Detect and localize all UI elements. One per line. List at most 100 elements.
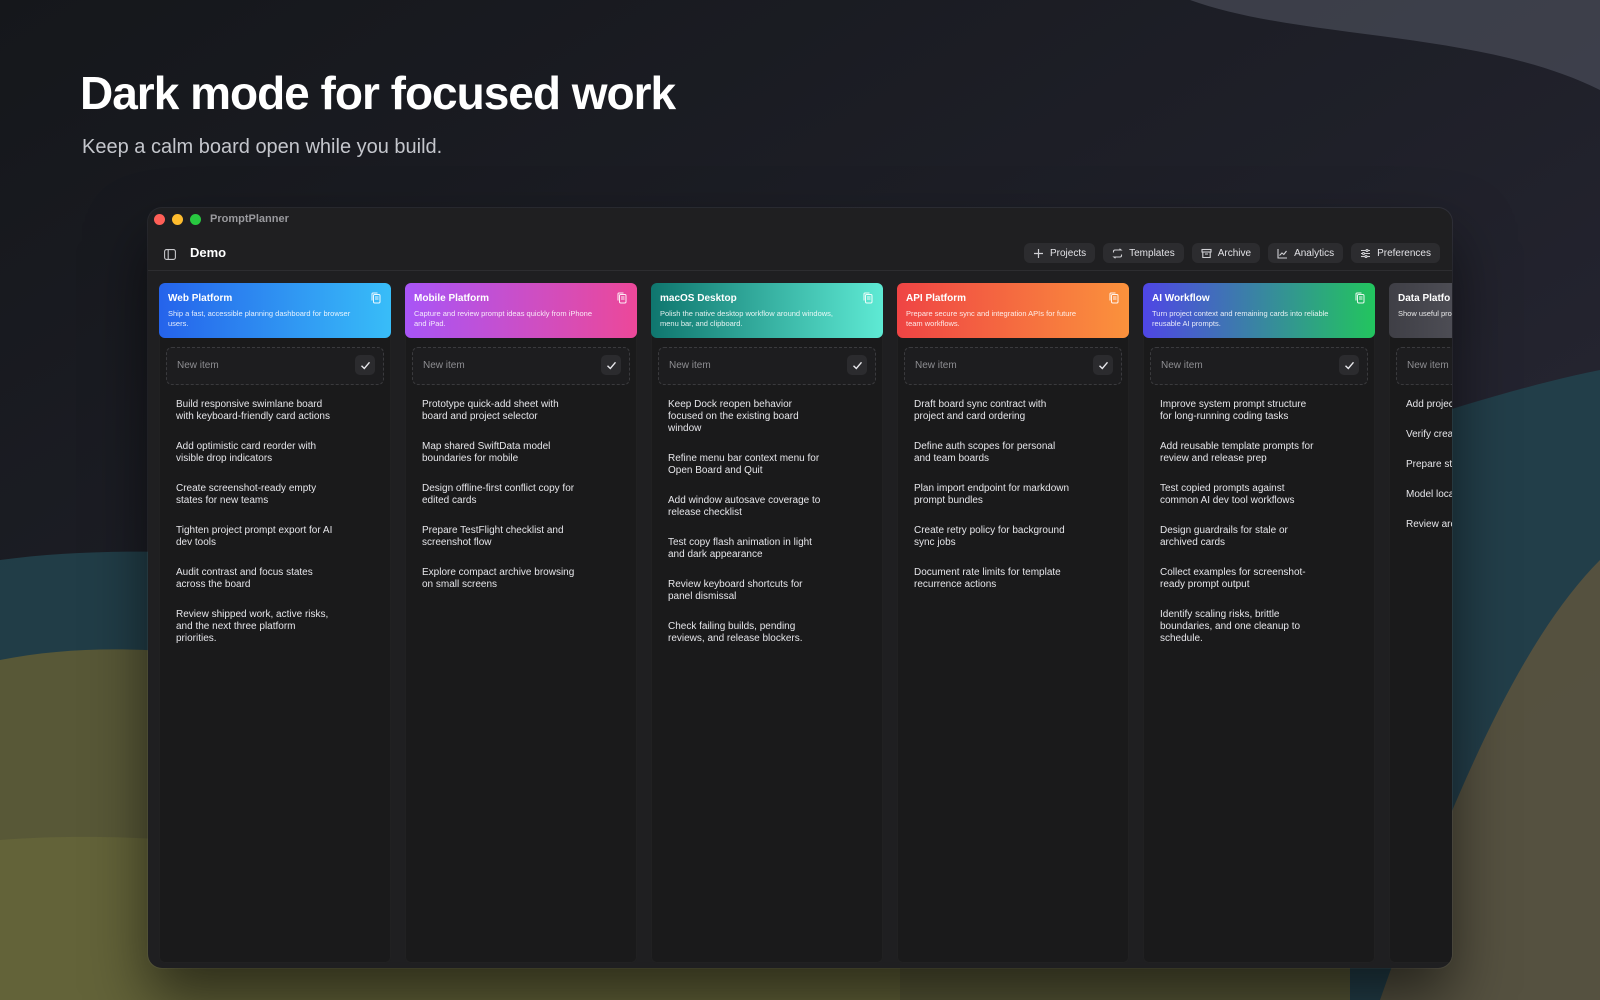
- archive-button[interactable]: Archive: [1191, 243, 1261, 263]
- card-item[interactable]: Check failing builds, pending reviews, a…: [668, 621, 828, 645]
- card-item[interactable]: Identify scaling risks, brittle boundari…: [1160, 609, 1320, 645]
- new-item-input[interactable]: [667, 359, 831, 372]
- zoom-window-button[interactable]: [190, 214, 201, 225]
- checkmark-icon: [360, 361, 370, 370]
- copy-prompt-icon[interactable]: [370, 292, 382, 304]
- card-list: Add projec for analytic Verify crea chart…: [1389, 385, 1452, 531]
- hero-title: Dark mode for focused work: [80, 67, 676, 119]
- card-item[interactable]: Plan import endpoint for markdown prompt…: [914, 483, 1074, 507]
- card-item[interactable]: Review keyboard shortcuts for panel dism…: [668, 579, 828, 603]
- checkmark-icon: [606, 361, 616, 370]
- checkmark-icon: [1344, 361, 1354, 370]
- card-list: Draft board sync contract with project a…: [897, 385, 1129, 591]
- card-item[interactable]: Review shipped work, active risks, and t…: [176, 609, 336, 645]
- add-item-button[interactable]: [847, 355, 867, 375]
- column-header: Data Platfo Show useful pro prompt conte…: [1389, 283, 1452, 338]
- board-title: Demo: [190, 245, 227, 260]
- templates-button[interactable]: Templates: [1103, 243, 1184, 263]
- card-item[interactable]: Test copied prompts against common AI de…: [1160, 483, 1320, 507]
- column-header: macOS Desktop Polish the native desktop …: [651, 283, 883, 338]
- column-header: API Platform Prepare secure sync and int…: [897, 283, 1129, 338]
- sidebar-toggle-button[interactable]: [160, 244, 180, 264]
- new-item-row: [1150, 347, 1368, 385]
- new-item-input[interactable]: [1159, 359, 1323, 372]
- add-item-button[interactable]: [601, 355, 621, 375]
- card-item[interactable]: Collect examples for screenshot-ready pr…: [1160, 567, 1320, 591]
- chart-line-icon: [1277, 248, 1288, 259]
- column-description: Turn project context and remaining cards…: [1152, 309, 1329, 328]
- card-item[interactable]: Build responsive swimlane board with key…: [176, 399, 336, 423]
- checkmark-icon: [1098, 361, 1108, 370]
- card-item[interactable]: Explore compact archive browsing on smal…: [422, 567, 582, 591]
- card-item[interactable]: Add reusable template prompts for review…: [1160, 441, 1320, 465]
- projects-label: Projects: [1050, 247, 1087, 259]
- card-item[interactable]: Tighten project prompt export for AI dev…: [176, 525, 336, 549]
- column-description: Polish the native desktop workflow aroun…: [660, 309, 834, 328]
- card-item[interactable]: Add projec for analytic: [1406, 399, 1452, 411]
- card-item[interactable]: Model loca for store su: [1406, 489, 1452, 501]
- card-item[interactable]: Design offline-first conflict copy for e…: [422, 483, 582, 507]
- card-item[interactable]: Prepare st Store scree: [1406, 459, 1452, 471]
- card-item[interactable]: Verify crea chart over: [1406, 429, 1452, 441]
- card-item[interactable]: Prototype quick-add sheet with board and…: [422, 399, 582, 423]
- card-item[interactable]: Keep Dock reopen behavior focused on the…: [668, 399, 828, 435]
- projects-button[interactable]: Projects: [1024, 243, 1096, 263]
- card-item[interactable]: Document rate limits for template recurr…: [914, 567, 1074, 591]
- board-column: Mobile Platform Capture and review promp…: [405, 283, 637, 963]
- analytics-label: Analytics: [1294, 247, 1335, 259]
- close-window-button[interactable]: [154, 214, 165, 225]
- card-item[interactable]: Add optimistic card reorder with visible…: [176, 441, 336, 465]
- card-item[interactable]: Audit contrast and focus states across t…: [176, 567, 336, 591]
- hero: Dark mode for focused work Keep a calm b…: [80, 66, 676, 159]
- card-item[interactable]: Test copy flash animation in light and d…: [668, 537, 828, 561]
- copy-prompt-icon[interactable]: [1108, 292, 1120, 304]
- new-item-input[interactable]: [421, 359, 585, 372]
- column-title: Mobile Platform: [414, 293, 490, 304]
- card-item[interactable]: Add window autosave coverage to release …: [668, 495, 828, 519]
- card-item[interactable]: Create screenshot-ready empty states for…: [176, 483, 336, 507]
- card-list: Keep Dock reopen behavior focused on the…: [651, 385, 883, 645]
- column-header: Mobile Platform Capture and review promp…: [405, 283, 637, 338]
- board-column: macOS Desktop Polish the native desktop …: [651, 283, 883, 963]
- sliders-icon: [1361, 248, 1371, 258]
- title-bar: PromptPlanner: [148, 208, 1452, 232]
- copy-prompt-icon[interactable]: [862, 292, 874, 304]
- toolbar-divider: [148, 270, 1452, 271]
- new-item-input[interactable]: [175, 359, 339, 372]
- plus-icon: [1034, 248, 1043, 258]
- minimize-window-button[interactable]: [172, 214, 183, 225]
- new-item-row: [904, 347, 1122, 385]
- copy-prompt-icon[interactable]: [616, 292, 628, 304]
- column-title: Data Platfo: [1398, 293, 1451, 304]
- column-title: Web Platform: [168, 293, 233, 304]
- card-item[interactable]: Create retry policy for background sync …: [914, 525, 1074, 549]
- add-item-button[interactable]: [355, 355, 375, 375]
- column-description: Capture and review prompt ideas quickly …: [414, 309, 593, 328]
- card-item[interactable]: Improve system prompt structure for long…: [1160, 399, 1320, 423]
- new-item-input[interactable]: [1405, 359, 1452, 372]
- app-name: PromptPlanner: [210, 213, 289, 225]
- add-item-button[interactable]: [1093, 355, 1113, 375]
- new-item-row: [1396, 347, 1452, 385]
- card-item[interactable]: Define auth scopes for personal and team…: [914, 441, 1074, 465]
- card-item[interactable]: Map shared SwiftData model boundaries fo…: [422, 441, 582, 465]
- preferences-label: Preferences: [1377, 247, 1431, 259]
- analytics-button[interactable]: Analytics: [1268, 243, 1344, 263]
- templates-label: Templates: [1129, 247, 1175, 259]
- add-item-button[interactable]: [1339, 355, 1359, 375]
- app-window: PromptPlanner Demo Projects Templates Ar…: [148, 208, 1452, 968]
- card-item[interactable]: Design guardrails for stale or archived …: [1160, 525, 1320, 549]
- card-list: Prototype quick-add sheet with board and…: [405, 385, 637, 591]
- new-item-input[interactable]: [913, 359, 1077, 372]
- card-item[interactable]: Review arc bulk compl: [1406, 519, 1452, 531]
- new-item-row: [166, 347, 384, 385]
- card-item[interactable]: Prepare TestFlight checklist and screens…: [422, 525, 582, 549]
- card-item[interactable]: Draft board sync contract with project a…: [914, 399, 1074, 423]
- repeat-icon: [1112, 247, 1123, 259]
- column-title: macOS Desktop: [660, 293, 737, 304]
- sidebar-icon: [164, 248, 176, 260]
- column-title: AI Workflow: [1152, 293, 1210, 304]
- card-item[interactable]: Refine menu bar context menu for Open Bo…: [668, 453, 828, 477]
- copy-prompt-icon[interactable]: [1354, 292, 1366, 304]
- preferences-button[interactable]: Preferences: [1351, 243, 1440, 263]
